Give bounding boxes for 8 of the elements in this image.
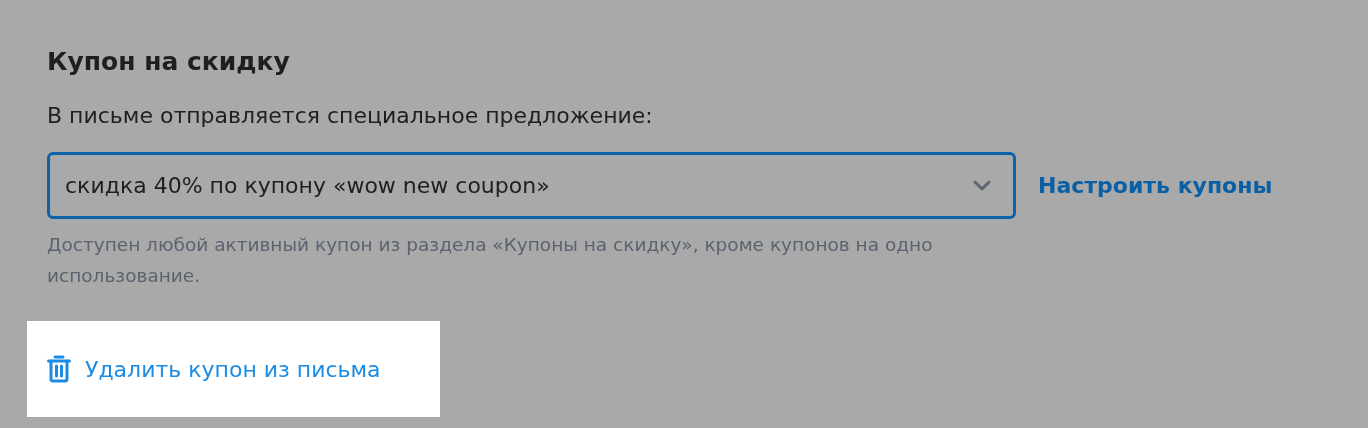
chevron-down-icon: [973, 179, 991, 192]
remove-coupon-link[interactable]: Удалить купон из письма: [47, 355, 381, 383]
configure-coupons-link[interactable]: Настроить купоны: [1038, 173, 1273, 198]
section-title: Купон на скидку: [47, 47, 291, 77]
trash-icon: [47, 355, 71, 383]
hint-text: Доступен любой активный купон из раздела «Купоны на скидку», кроме купонов на одно использование.: [47, 233, 934, 288]
field-label: В письме отправляется специальное предложение:: [47, 102, 654, 130]
coupon-select[interactable]: скидка 40% по купону «wow new coupon»: [47, 152, 1016, 219]
